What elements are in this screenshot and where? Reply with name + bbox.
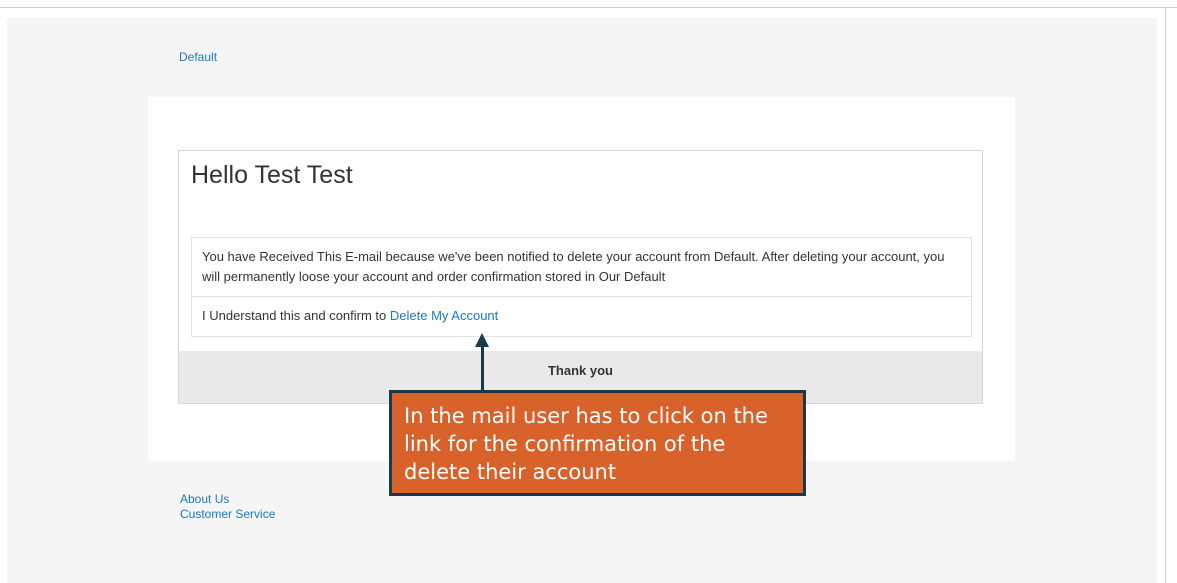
email-content-card: Hello Test Test You have Received This E… <box>178 150 983 404</box>
footer-link-about-us[interactable]: About Us <box>180 492 275 507</box>
confirm-prefix: I Understand this and confirm to <box>202 308 390 323</box>
browser-top-border <box>0 0 1177 8</box>
delete-account-link[interactable]: Delete My Account <box>390 308 498 323</box>
scrollbar-edge <box>1165 7 1166 583</box>
account-deletion-notice: You have Received This E-mail because we… <box>191 237 972 337</box>
footer-link-customer-service[interactable]: Customer Service <box>180 507 275 522</box>
annotation-arrow-shaft <box>481 345 484 390</box>
browser-viewport: Default Hello Test Test You have Receive… <box>0 0 1177 583</box>
greeting-heading: Hello Test Test <box>191 161 353 189</box>
annotation-callout: In the mail user has to click on the lin… <box>389 390 806 496</box>
notice-text: You have Received This E-mail because we… <box>202 249 945 284</box>
footer-links: About Us Customer Service <box>180 492 275 522</box>
confirm-row: I Understand this and confirm to Delete … <box>192 296 971 336</box>
annotation-arrow-up-icon <box>475 333 489 347</box>
store-logo-link[interactable]: Default <box>179 50 217 64</box>
